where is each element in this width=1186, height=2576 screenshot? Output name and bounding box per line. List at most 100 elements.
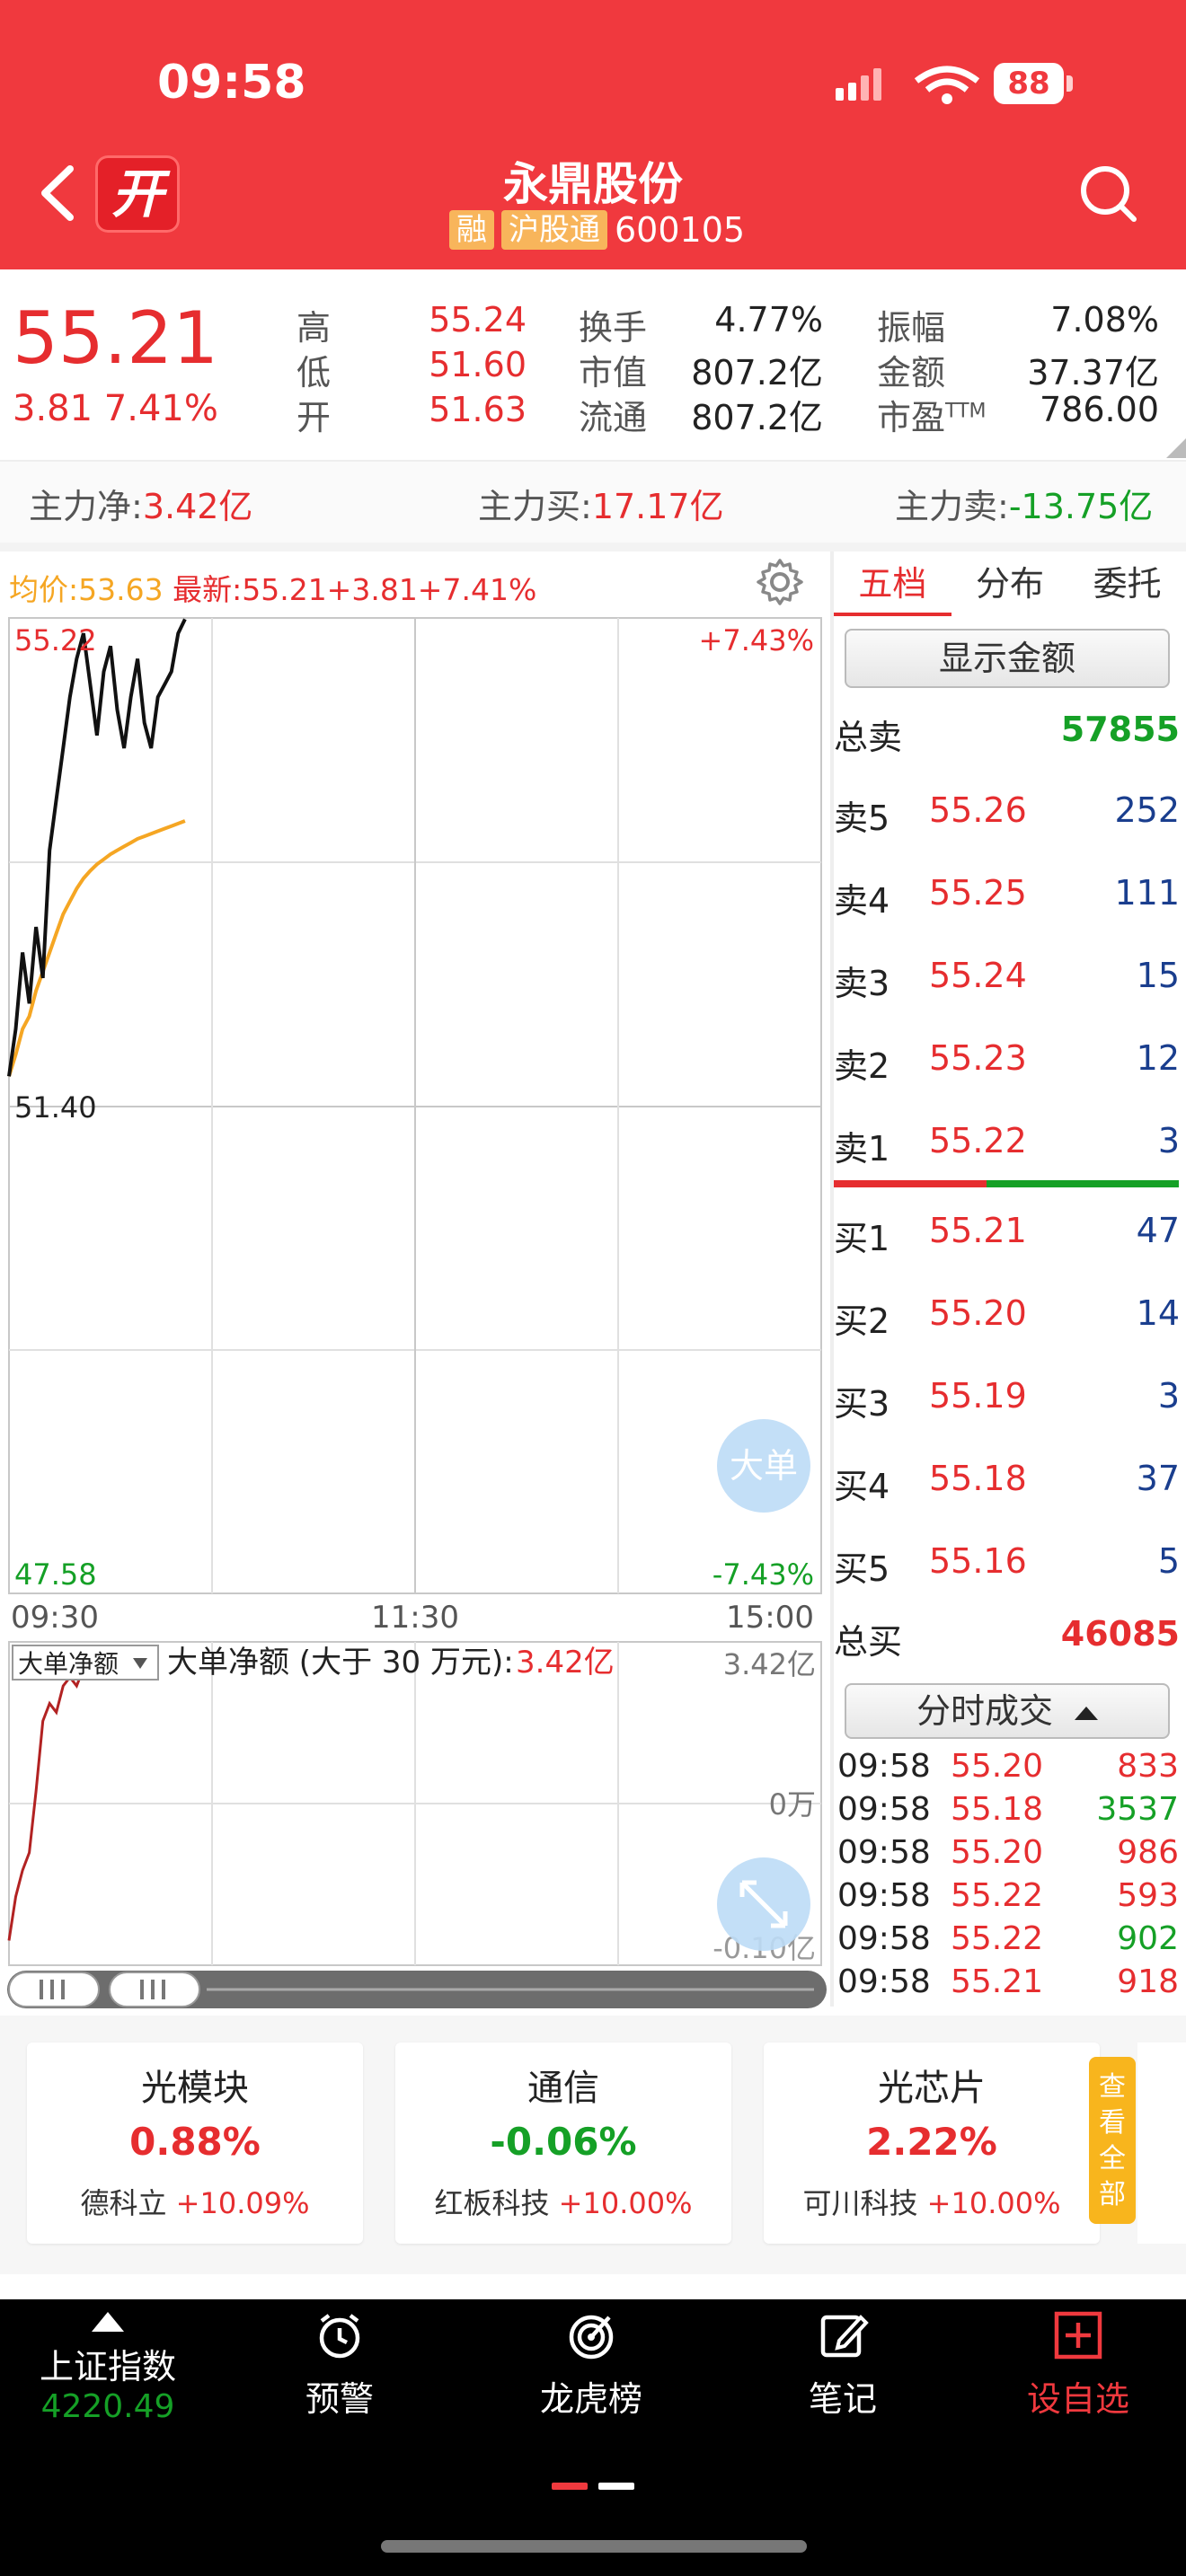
- open-badge[interactable]: 开: [95, 155, 180, 233]
- latest-price-label: 最新:55.21+3.81+7.41%: [173, 572, 537, 607]
- ask-level-3[interactable]: 卖3 55.24 15: [834, 956, 1180, 1010]
- tick-price: 55.21: [951, 1963, 1044, 2000]
- bid-level-label: 买3: [834, 1384, 890, 1424]
- amplitude-label: 振幅: [877, 308, 946, 348]
- sector-leader-change: +10.09%: [175, 2186, 310, 2220]
- ask-level-2[interactable]: 卖2 55.23 12: [834, 1038, 1180, 1092]
- nav-notes[interactable]: 笔记: [753, 2308, 933, 2421]
- ticks-toggle-button[interactable]: 分时成交: [845, 1683, 1170, 1739]
- ask-volume: 3: [1157, 1121, 1180, 1160]
- ask-level-1[interactable]: 卖1 55.22 3: [834, 1121, 1180, 1175]
- nav-dragon-tiger-label: 龙虎榜: [539, 2379, 642, 2419]
- nav-notes-label: 笔记: [808, 2379, 877, 2419]
- expand-corner-icon[interactable]: [1166, 438, 1186, 458]
- sector-name: 光模块: [141, 2068, 249, 2109]
- ask-level-label: 卖2: [834, 1046, 890, 1086]
- tick-volume: 3537: [1096, 1791, 1179, 1828]
- tick-volume: 593: [1117, 1877, 1179, 1914]
- tick-volume: 918: [1117, 1963, 1179, 2000]
- ask-level-4[interactable]: 卖4 55.25 111: [834, 873, 1180, 927]
- big-order-button[interactable]: 大单: [717, 1419, 810, 1513]
- sector-change: 0.88%: [129, 2120, 261, 2164]
- nav-dragon-tiger[interactable]: 龙虎榜: [501, 2308, 681, 2421]
- sub-y-max-label: 3.42亿: [723, 1647, 816, 1681]
- connect-tag: 沪股通: [501, 210, 607, 250]
- tick-volume: 986: [1117, 1834, 1179, 1871]
- bid-volume: 47: [1136, 1211, 1180, 1250]
- sector-card[interactable]: 通信 -0.06% 红板科技 +10.00%: [395, 2042, 731, 2244]
- sector-name: 通信: [527, 2068, 599, 2109]
- view-all-button[interactable]: 查看全部: [1089, 2057, 1136, 2224]
- bid-level-3[interactable]: 买3 55.19 3: [834, 1376, 1180, 1430]
- ask-level-label: 卖5: [834, 798, 890, 838]
- sub-chart-title: 大单净额 (大于 30 万元):: [167, 1645, 514, 1681]
- tick-row: 09:58 55.21 918: [837, 1963, 1179, 2005]
- sector-card[interactable]: 光模块 0.88% 德科立 +10.09%: [27, 2042, 363, 2244]
- tick-time: 09:58: [837, 1791, 931, 1828]
- index-ticker[interactable]: 上证指数 4220.49: [18, 2308, 198, 2425]
- y-min-pct-label: -7.43%: [712, 1557, 814, 1592]
- turnover-value: 4.77%: [714, 300, 823, 340]
- nav-add-watchlist[interactable]: 设自选: [988, 2308, 1168, 2421]
- sector-leader-name: 红板科技: [434, 2186, 550, 2220]
- main-sell: 主力卖:-13.75亿: [895, 479, 1153, 528]
- search-button[interactable]: [1076, 162, 1141, 226]
- ask-level-label: 卖1: [834, 1129, 890, 1169]
- sector-change: 2.22%: [866, 2120, 997, 2164]
- section-divider: [0, 543, 1186, 551]
- total-buy-row: 总买 46085: [834, 1614, 1180, 1668]
- show-amount-button[interactable]: 显示金额: [845, 629, 1170, 688]
- ask-volume: 12: [1136, 1038, 1180, 1078]
- y-max-label: 55.22: [14, 623, 97, 657]
- open-label: 开: [296, 398, 332, 437]
- price-line: [7, 618, 187, 1077]
- big-order-net-line: [7, 1648, 99, 1941]
- ask-price: 55.25: [929, 873, 1027, 913]
- tick-row: 09:58 55.18 3537: [837, 1791, 1179, 1832]
- alarm-clock-icon: [319, 2314, 360, 2359]
- bid-level-1[interactable]: 买1 55.21 47: [834, 1211, 1180, 1265]
- amplitude-value: 7.08%: [1050, 300, 1159, 340]
- tab-five-levels[interactable]: 五档: [834, 551, 951, 616]
- bid-price: 55.16: [929, 1541, 1027, 1581]
- back-button[interactable]: [36, 162, 81, 225]
- side-divider: [830, 551, 834, 2007]
- fullscreen-button[interactable]: [717, 1857, 810, 1951]
- status-time: 09:58: [157, 56, 306, 110]
- ask-ratio-bar: [834, 1180, 987, 1187]
- intraday-chart[interactable]: 55.22 +7.43% 51.40 47.58 -7.43% 大单 09:30…: [0, 611, 830, 2012]
- open-value: 51.63: [429, 390, 527, 429]
- sector-card[interactable]: 光芯片 2.22% 可川科技 +10.00%: [764, 2042, 1100, 2244]
- chart-settings-button[interactable]: [755, 557, 805, 607]
- bid-level-4[interactable]: 买4 55.18 37: [834, 1459, 1180, 1513]
- sub-chart-selector[interactable]: 大单净额: [12, 1645, 159, 1681]
- tick-price: 55.22: [951, 1877, 1044, 1914]
- bid-volume: 3: [1157, 1376, 1180, 1416]
- bid-volume: 14: [1136, 1293, 1180, 1333]
- sector-leader: 红板科技 +10.00%: [395, 2181, 731, 2222]
- high-label: 高: [296, 308, 332, 348]
- nav-alert[interactable]: 预警: [250, 2308, 429, 2421]
- chart-legend: 均价:53.63 最新:55.21+3.81+7.41%: [9, 566, 536, 609]
- sector-leader-name: 可川科技: [802, 2186, 918, 2220]
- turnover-label: 换手: [579, 308, 648, 348]
- page-indicator: [598, 2483, 634, 2490]
- tab-orders[interactable]: 委托: [1068, 551, 1186, 616]
- main-net-value: 3.42亿: [142, 487, 253, 526]
- gear-icon: [757, 559, 803, 605]
- bid-level-2[interactable]: 买2 55.20 14: [834, 1293, 1180, 1347]
- tick-row: 09:58 55.20 833: [837, 1748, 1179, 1789]
- total-sell-label: 总卖: [834, 718, 903, 757]
- tick-time: 09:58: [837, 1877, 931, 1914]
- bid-price: 55.20: [929, 1293, 1027, 1333]
- ask-volume: 15: [1136, 956, 1180, 995]
- low-value: 51.60: [429, 345, 527, 384]
- x-label-end: 15:00: [726, 1600, 814, 1636]
- price-change: 3.81 7.41%: [13, 388, 218, 429]
- bid-level-5[interactable]: 买5 55.16 5: [834, 1541, 1180, 1595]
- battery-tip: [1067, 75, 1073, 92]
- ask-level-5[interactable]: 卖5 55.26 252: [834, 790, 1180, 844]
- ask-price: 55.23: [929, 1038, 1027, 1078]
- sub-chart-grid: [9, 1642, 821, 1965]
- tab-distribution[interactable]: 分布: [951, 551, 1069, 616]
